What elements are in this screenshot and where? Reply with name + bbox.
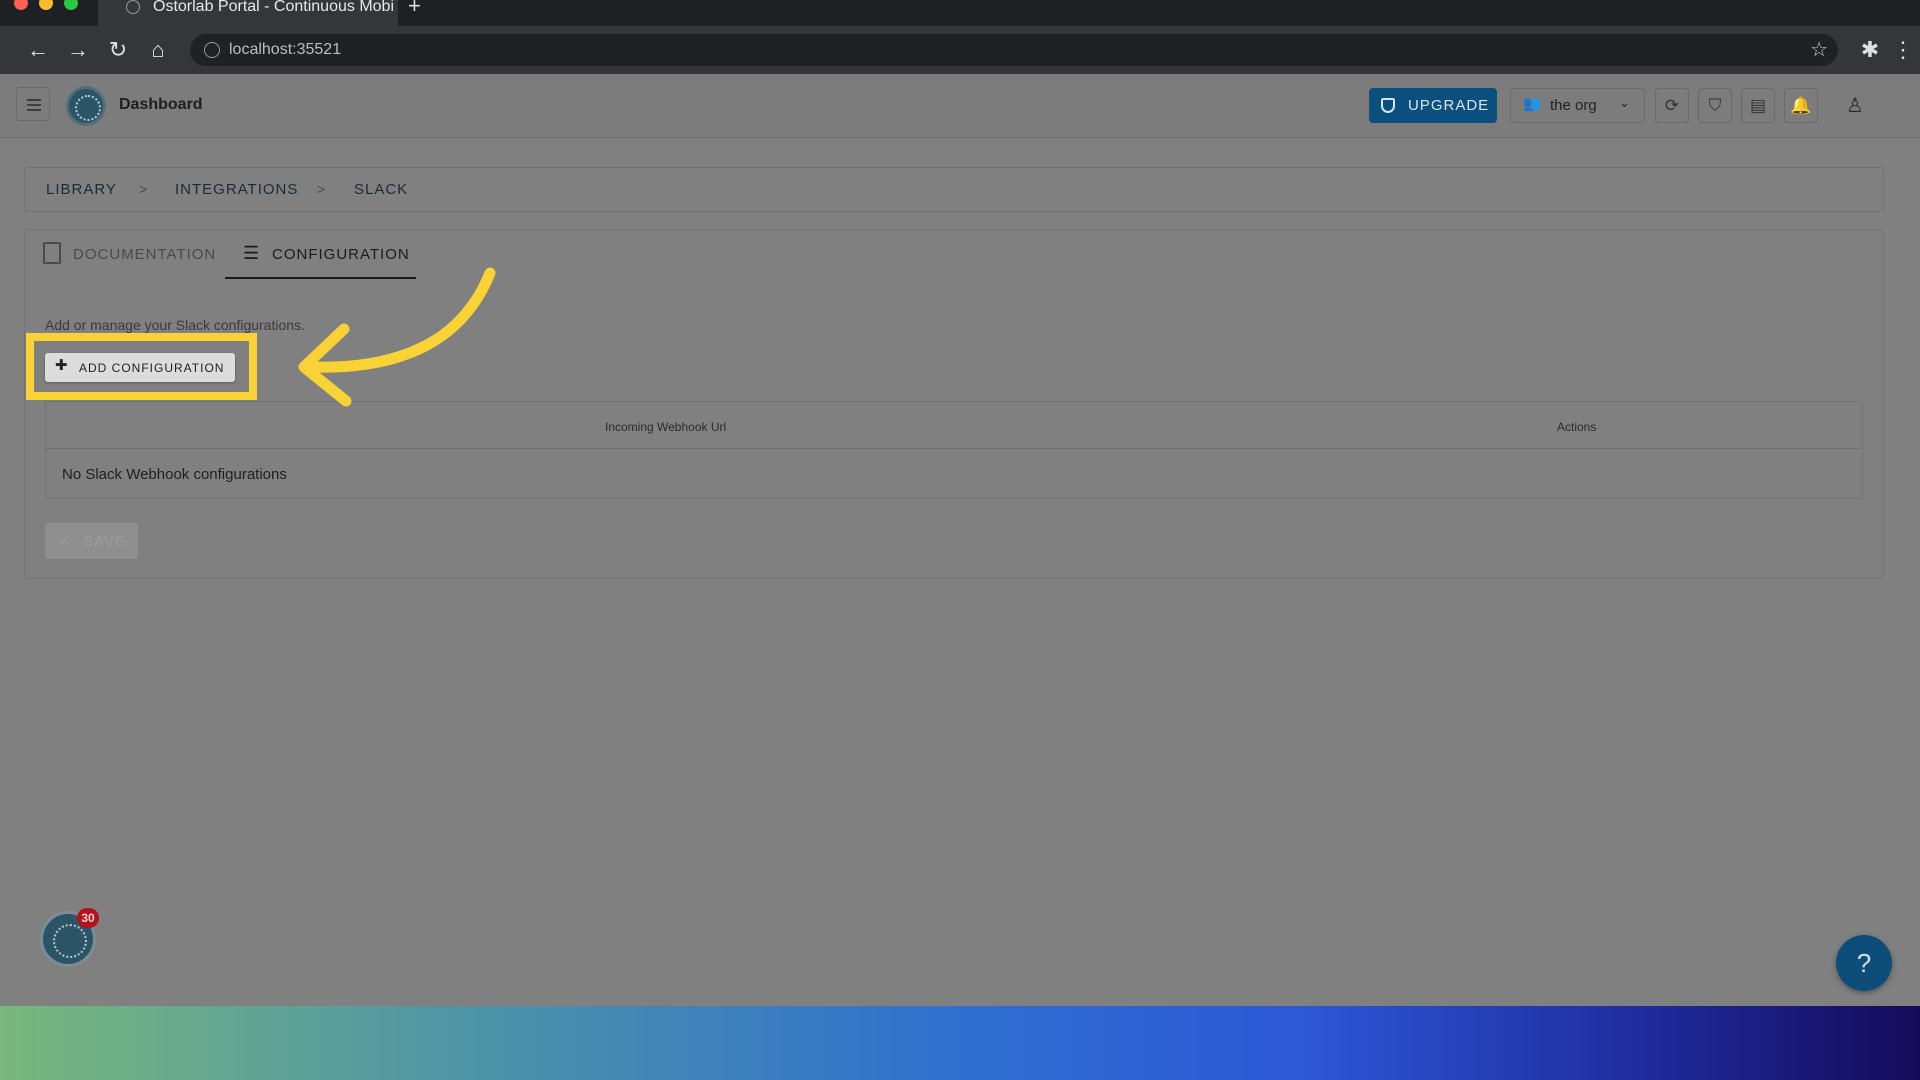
column-header-actions: Actions — [1557, 420, 1597, 434]
security-shield-icon[interactable]: ⛉ — [1698, 88, 1732, 123]
breadcrumb-integrations[interactable]: INTEGRATIONS — [175, 181, 298, 198]
chevron-down-icon: ⌄ — [1619, 95, 1630, 110]
browser-tab[interactable]: Ostorlab Portal - Continuous Mobi — [98, 0, 398, 26]
configurations-table: Incoming Webhook Url Actions No Slack We… — [45, 401, 1863, 499]
window-minimize-button[interactable] — [39, 0, 53, 10]
help-button[interactable]: ? — [1836, 935, 1892, 991]
save-button[interactable]: ✓ SAVE — [45, 523, 138, 559]
extensions-icon[interactable]: ✱ — [1858, 36, 1882, 64]
address-bar[interactable]: localhost:35521 ☆ — [190, 34, 1838, 66]
sliders-icon: ☰ — [243, 243, 261, 263]
upgrade-label: UPGRADE — [1408, 97, 1490, 114]
forward-icon[interactable]: → — [64, 36, 92, 64]
hamburger-line — [27, 109, 41, 111]
menu-toggle-button[interactable] — [16, 87, 50, 121]
column-header-webhook-url: Incoming Webhook Url — [605, 420, 727, 434]
add-configuration-label: ADD CONFIGURATION — [79, 361, 225, 375]
shield-icon — [1381, 98, 1395, 113]
org-selector[interactable]: 👥 the org ⌄ — [1510, 88, 1645, 123]
org-label: the org — [1550, 97, 1597, 114]
document-icon — [43, 242, 61, 264]
back-icon[interactable]: ← — [24, 36, 52, 64]
new-tab-button[interactable]: + — [408, 0, 421, 17]
tab-documentation-label: DOCUMENTATION — [73, 246, 217, 263]
browser-toolbar: ← → ↻ ⌂ localhost:35521 ☆ ✱ ⋮ — [0, 26, 1920, 74]
breadcrumb-separator: > — [139, 181, 148, 197]
scan-icon[interactable]: ⟳ — [1655, 88, 1689, 123]
breadcrumb-slack: SLACK — [354, 181, 409, 198]
hamburger-line — [27, 99, 41, 101]
tab-title: Ostorlab Portal - Continuous Mobi — [153, 0, 394, 15]
upgrade-button[interactable]: UPGRADE — [1369, 88, 1497, 123]
reload-icon[interactable]: ↻ — [104, 36, 132, 64]
bookmark-star-icon[interactable]: ☆ — [1810, 39, 1828, 61]
check-icon: ✓ — [59, 532, 73, 549]
app-header: Dashboard UPGRADE 👥 the org ⌄ ⟳ ⛉ ▤ 🔔 ♙ — [0, 74, 1920, 138]
browser-menu-icon[interactable]: ⋮ — [1892, 36, 1914, 64]
notification-badge: 30 — [77, 908, 99, 928]
annotation-arrow — [298, 267, 496, 407]
home-icon[interactable]: ⌂ — [144, 36, 172, 64]
plus-icon: ✚ — [55, 357, 69, 374]
help-text: Add or manage your Slack configurations. — [45, 317, 305, 333]
breadcrumb: LIBRARY > INTEGRATIONS > SLACK — [24, 167, 1884, 212]
empty-table-message: No Slack Webhook configurations — [62, 466, 287, 483]
site-info-icon[interactable] — [204, 42, 220, 58]
globe-icon — [126, 0, 140, 14]
window-close-button[interactable] — [14, 0, 28, 10]
app-logo[interactable] — [66, 86, 106, 126]
breadcrumb-separator: > — [317, 181, 326, 197]
save-label: SAVE — [83, 533, 126, 550]
hamburger-line — [27, 104, 41, 106]
page-title: Dashboard — [119, 96, 203, 113]
ticket-icon[interactable]: ▤ — [1741, 88, 1775, 123]
add-configuration-button[interactable]: ✚ ADD CONFIGURATION — [45, 353, 235, 382]
bottom-gradient-strip — [0, 1006, 1920, 1080]
window-maximize-button[interactable] — [64, 0, 78, 10]
bell-icon[interactable]: 🔔 — [1784, 88, 1818, 123]
url-text: localhost:35521 — [229, 41, 342, 58]
group-icon: 👥 — [1523, 95, 1541, 111]
breadcrumb-library[interactable]: LIBRARY — [46, 181, 117, 198]
user-account-icon[interactable]: ♙ — [1843, 94, 1867, 118]
browser-tab-bar: Ostorlab Portal - Continuous Mobi + — [0, 0, 1920, 26]
